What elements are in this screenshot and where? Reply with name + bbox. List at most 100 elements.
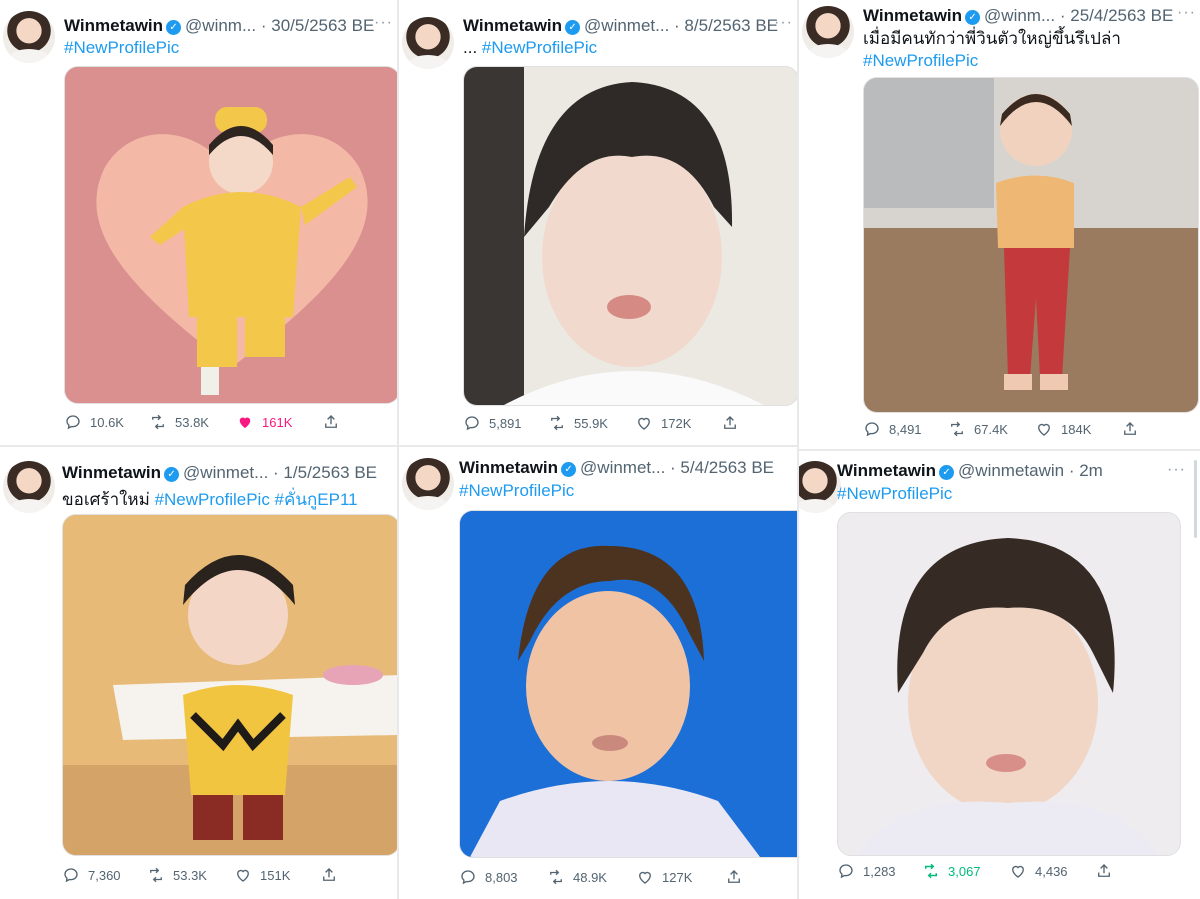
tweet-text: #NewProfilePic xyxy=(64,38,179,58)
avatar[interactable] xyxy=(3,461,55,513)
tweet-text-body: ขอเศร้าใหม่ xyxy=(62,490,150,509)
timestamp[interactable]: · 25/4/2563 BE xyxy=(1060,6,1173,25)
like-button[interactable]: 172K xyxy=(635,411,691,435)
reply-button[interactable]: 8,803 xyxy=(459,865,518,889)
more-icon[interactable]: ··· xyxy=(774,14,793,32)
retweet-button[interactable]: 55.9K xyxy=(548,411,608,435)
verified-badge-icon: ✓ xyxy=(166,20,182,35)
avatar[interactable] xyxy=(402,458,454,510)
display-name[interactable]: Winmetawin xyxy=(459,458,558,477)
retweet-button[interactable]: 53.8K xyxy=(149,410,209,434)
retweet-count: 3,067 xyxy=(948,863,981,879)
avatar[interactable] xyxy=(402,17,454,69)
like-button[interactable]: 127K xyxy=(636,865,692,889)
tweet-card[interactable]: Winmetawin ✓ @winmet... · 8/5/2563 BE ··· … xyxy=(399,0,797,445)
display-name[interactable]: Winmetawin xyxy=(863,6,962,25)
timestamp[interactable]: · 8/5/2563 BE xyxy=(674,16,778,35)
reply-button[interactable]: 7,360 xyxy=(62,863,121,887)
hashtag-link[interactable]: #NewProfilePic xyxy=(482,38,597,57)
reply-count: 8,491 xyxy=(889,421,922,437)
tweet-header: Winmetawin ✓ @winm... · 25/4/2563 BE xyxy=(863,6,1173,26)
like-button[interactable]: 161K xyxy=(236,410,292,434)
avatar[interactable] xyxy=(799,461,841,513)
scrollbar[interactable] xyxy=(1194,460,1197,538)
reply-count: 5,891 xyxy=(489,415,522,431)
like-button[interactable]: 4,436 xyxy=(1009,859,1068,883)
action-bar: 8,803 48.9K 127K xyxy=(459,865,749,889)
timestamp[interactable]: · 2m xyxy=(1069,461,1103,480)
handle[interactable]: @winm... xyxy=(984,6,1055,25)
hashtag-link[interactable]: #NewProfilePic #คั่นกูEP11 xyxy=(155,490,358,509)
tweet-image[interactable] xyxy=(863,77,1199,413)
display-name[interactable]: Winmetawin xyxy=(463,16,562,35)
display-name[interactable]: Winmetawin xyxy=(62,463,161,482)
avatar[interactable] xyxy=(3,11,55,63)
tweet-card[interactable]: Winmetawin ✓ @winmet... · 5/4/2563 BE #New… xyxy=(399,447,797,899)
verified-badge-icon: ✓ xyxy=(965,10,981,25)
handle[interactable]: @winm... xyxy=(185,16,256,35)
retweet-icon xyxy=(551,415,563,431)
retweet-button[interactable]: 48.9K xyxy=(547,865,607,889)
tweet-image[interactable] xyxy=(62,514,397,856)
tweet-header: Winmetawin ✓ @winmet... · 5/4/2563 BE xyxy=(459,458,774,478)
tweet-card[interactable]: Winmetawin ✓ @winmet... · 1/5/2563 BE ขอเศ… xyxy=(0,447,397,899)
like-count: 184K xyxy=(1061,421,1092,437)
tweet-text: เมื่อมีคนทักว่าพี่วินตัวใหญ่ขึ้นรึเปล่า … xyxy=(863,28,1183,72)
reply-count: 7,360 xyxy=(88,867,121,883)
share-button[interactable] xyxy=(721,411,739,435)
tweet-card[interactable]: Winmetawin ✓ @winm... · 30/5/2563 BE ··· #… xyxy=(0,0,397,445)
hashtag-link[interactable]: #NewProfilePic xyxy=(64,38,179,57)
share-icon xyxy=(728,870,740,883)
share-button[interactable] xyxy=(322,410,340,434)
like-button[interactable]: 151K xyxy=(234,863,290,887)
share-button[interactable] xyxy=(320,863,338,887)
tweet-image[interactable] xyxy=(64,66,397,404)
handle[interactable]: @winmet... xyxy=(183,463,268,482)
handle[interactable]: @winmetawin xyxy=(958,461,1064,480)
retweet-button[interactable]: 53.3K xyxy=(147,863,207,887)
display-name[interactable]: Winmetawin xyxy=(64,16,163,35)
retweet-count: 53.3K xyxy=(173,867,207,883)
action-bar: 5,891 55.9K 172K xyxy=(463,411,753,435)
like-count: 151K xyxy=(260,867,291,883)
timestamp[interactable]: · 5/4/2563 BE xyxy=(670,458,774,477)
reply-button[interactable]: 1,283 xyxy=(837,859,896,883)
more-icon[interactable]: ··· xyxy=(374,14,393,32)
timestamp[interactable]: · 30/5/2563 BE xyxy=(261,16,374,35)
reply-count: 10.6K xyxy=(90,414,124,430)
share-button[interactable] xyxy=(725,865,743,889)
like-button[interactable]: 184K xyxy=(1035,417,1091,441)
action-bar: 7,360 53.3K 151K xyxy=(62,863,352,887)
reply-button[interactable]: 5,891 xyxy=(463,411,522,435)
action-bar: 8,491 67.4K 184K xyxy=(863,417,1153,441)
tweet-text-body: เมื่อมีคนทักว่าพี่วินตัวใหญ่ขึ้นรึเปล่า xyxy=(863,29,1121,48)
retweet-icon xyxy=(152,414,164,430)
hashtag-link[interactable]: #NewProfilePic xyxy=(863,51,978,70)
more-icon[interactable]: ··· xyxy=(1177,4,1196,22)
retweet-button[interactable]: 3,067 xyxy=(922,859,981,883)
tweet-image[interactable] xyxy=(463,66,797,406)
tweet-text-body: ... xyxy=(463,38,478,57)
display-name[interactable]: Winmetawin xyxy=(837,461,936,480)
share-button[interactable] xyxy=(1121,417,1139,441)
share-button[interactable] xyxy=(1095,859,1113,883)
hashtag-link[interactable]: #NewProfilePic xyxy=(459,481,574,500)
handle[interactable]: @winmet... xyxy=(584,16,669,35)
retweet-button[interactable]: 67.4K xyxy=(948,417,1008,441)
avatar[interactable] xyxy=(802,6,854,58)
handle[interactable]: @winmet... xyxy=(580,458,665,477)
reply-button[interactable]: 10.6K xyxy=(64,410,124,434)
more-icon[interactable]: ··· xyxy=(1167,461,1186,479)
tweet-image[interactable] xyxy=(459,510,797,858)
tweet-header: Winmetawin ✓ @winmet... · 8/5/2563 BE xyxy=(463,16,778,36)
reply-button[interactable]: 8,491 xyxy=(863,417,922,441)
like-icon xyxy=(639,871,651,884)
tweet-card[interactable]: Winmetawin ✓ @winm... · 25/4/2563 BE ··· เ… xyxy=(799,0,1200,449)
share-icon xyxy=(323,868,335,881)
retweet-count: 53.8K xyxy=(175,414,209,430)
tweet-card[interactable]: Winmetawin ✓ @winmetawin · 2m ··· #NewProf… xyxy=(799,451,1200,899)
hashtag-link[interactable]: #NewProfilePic xyxy=(837,484,952,503)
timestamp[interactable]: · 1/5/2563 BE xyxy=(273,463,377,482)
tweet-header: Winmetawin ✓ @winmetawin · 2m xyxy=(837,461,1103,481)
tweet-image[interactable] xyxy=(837,512,1181,856)
